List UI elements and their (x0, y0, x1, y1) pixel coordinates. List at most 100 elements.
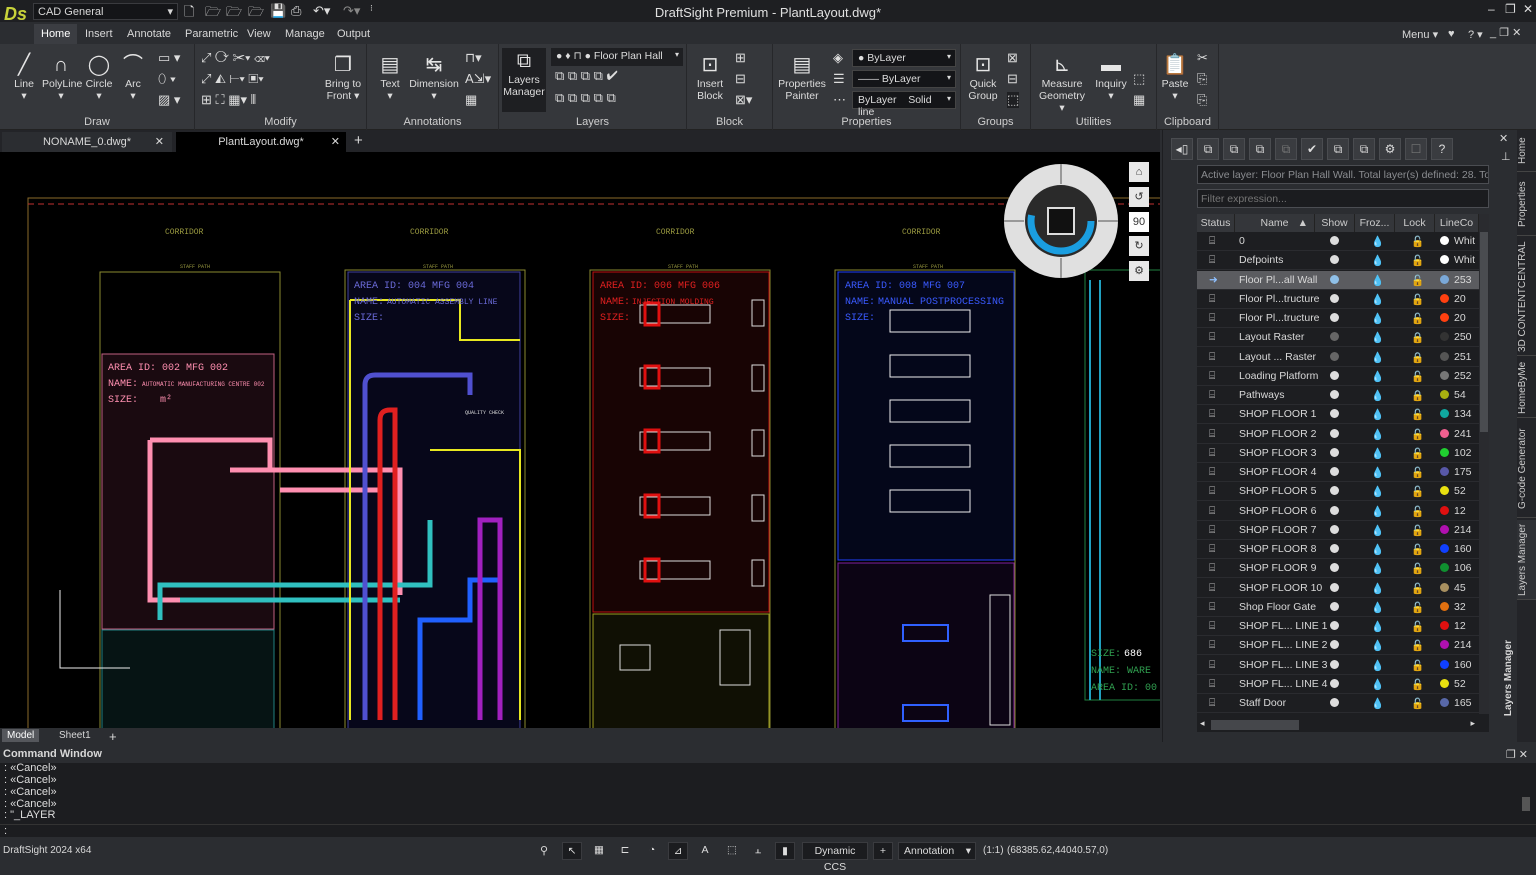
layer-row[interactable]: ⌸ SHOP FLOOR 2 💧 🔓 241 (1197, 425, 1479, 444)
line-color-swatch[interactable] (1440, 524, 1449, 537)
freeze-drop-icon[interactable]: 💧 (1371, 351, 1384, 364)
freeze-drop-icon[interactable]: 💧 (1371, 543, 1384, 556)
line-color-swatch[interactable] (1440, 467, 1449, 479)
vertical-scrollbar[interactable] (1479, 214, 1489, 714)
layer-status-icon[interactable]: ⌸ (1209, 389, 1215, 402)
layer-status-icon[interactable]: ⌸ (1209, 697, 1215, 710)
line-color-swatch[interactable] (1440, 274, 1449, 287)
tab-insert[interactable]: Insert (78, 24, 120, 44)
layer-select[interactable]: ● ♦ ⊓ ● Floor Plan Hall ▾ (551, 48, 683, 66)
view-angle-input[interactable]: 90 (1129, 212, 1149, 232)
add-icon[interactable]: + (873, 842, 893, 860)
unlock-icon[interactable]: 🔓 (1411, 582, 1424, 595)
layer-row[interactable]: ⌸ SHOP FLOOR 7 💧 🔓 214 (1197, 521, 1479, 540)
grid-icon[interactable]: ▦ (589, 842, 609, 860)
tab-home[interactable]: Home (34, 24, 78, 44)
unlock-icon[interactable]: 🔓 (1411, 254, 1424, 267)
layer-row[interactable]: ⌸ SHOP FLOOR 8 💧 🔓 160 (1197, 540, 1479, 559)
unlock-icon[interactable]: 🔓 (1411, 293, 1424, 306)
line-color-swatch[interactable] (1440, 582, 1449, 595)
line-color-swatch[interactable] (1440, 659, 1449, 672)
line-color-swatch[interactable] (1440, 698, 1449, 710)
layer-row[interactable]: ➜ Floor Pl...all Wall 💧 🔓 253 (1197, 270, 1479, 290)
layer-row[interactable]: ⌸ Loading Platform 💧 🔓 252 (1197, 367, 1479, 386)
layer-row[interactable]: ⌸ SHOP FLOOR 10 💧 🔓 45 (1197, 579, 1479, 598)
unlock-icon[interactable]: 🔓 (1411, 235, 1424, 248)
layer-status-icon[interactable]: ⌸ (1209, 293, 1215, 306)
close-icon[interactable]: ✕ (155, 135, 164, 148)
layer-tools-row1-icon[interactable]: ⧉ ⧉ ⧉ ⧉ ✔ (555, 68, 618, 84)
layer-status-icon[interactable]: ⌸ (1209, 466, 1215, 479)
line-color-swatch[interactable] (1440, 390, 1449, 402)
polar-icon[interactable]: ◔ (642, 842, 662, 860)
col-status[interactable]: Status (1197, 214, 1235, 232)
tab-annotate[interactable]: Annotate (120, 24, 178, 44)
side-tab-home[interactable]: Home (1517, 130, 1536, 172)
gear-icon[interactable]: ⚙ (1129, 261, 1149, 281)
layer-settings-icon[interactable]: ⚙ (1379, 138, 1401, 160)
copy-clip-icon[interactable]: ⎘ (1197, 71, 1207, 87)
col-linecolor[interactable]: LineCo (1435, 214, 1479, 232)
command-close-icon[interactable]: ❐ ✕ (1506, 748, 1528, 761)
show-bulb-icon[interactable] (1330, 659, 1339, 672)
copy-base-icon[interactable]: ⎘ (1197, 92, 1207, 108)
select-icon[interactable]: ⬚ (1133, 71, 1145, 87)
text-tool[interactable]: ▤ Text ▾ (377, 52, 403, 102)
layer-row[interactable]: ⌸ SHOP FLOOR 6 💧 🔓 12 (1197, 502, 1479, 521)
copy-icon[interactable]: ⤢ ◭ ⊢▾ ▣▾ (201, 71, 264, 87)
ellipse-icon[interactable]: ⬯ ▾ (158, 71, 176, 87)
line-color-swatch[interactable] (1440, 601, 1449, 614)
inquiry-tool[interactable]: ▬ Inquiry ▾ (1093, 52, 1129, 102)
layer-status-icon[interactable]: ⌸ (1209, 505, 1215, 518)
layer-status-icon[interactable]: ⌸ (1209, 524, 1215, 537)
unlock-icon[interactable]: 🔓 (1411, 659, 1424, 672)
quick-input-icon[interactable]: ⫠ (748, 842, 768, 860)
freeze-drop-icon[interactable]: 💧 (1371, 697, 1384, 710)
delete-layer-icon[interactable]: ⧉ (1249, 138, 1271, 160)
line-color-swatch[interactable] (1440, 351, 1449, 364)
freeze-drop-icon[interactable]: 💧 (1371, 274, 1384, 287)
paste-tool[interactable]: 📋 Paste ▾ (1161, 52, 1189, 102)
unlock-icon[interactable]: 🔓 (1411, 697, 1424, 710)
show-bulb-icon[interactable] (1330, 447, 1339, 460)
layer-status-icon[interactable]: ⌸ (1209, 562, 1215, 575)
linetype-select[interactable]: —— ByLayer ▾ (852, 70, 956, 88)
lock-icon[interactable]: 🔒 (1411, 351, 1424, 364)
tab-sheet1[interactable]: Sheet1 (54, 729, 96, 742)
show-bulb-icon[interactable] (1330, 351, 1339, 364)
layer-row[interactable]: ⌸ Layout Raster 💧 🔒 250 (1197, 328, 1479, 348)
layer-row[interactable]: ⌸ SHOP FL... LINE 1 💧 🔓 12 (1197, 617, 1479, 636)
line-color-swatch[interactable] (1440, 293, 1449, 306)
layer-row[interactable]: ⌸ Pathways 💧 🔒 54 (1197, 386, 1479, 405)
close-panel-icon[interactable]: ✕ (1499, 132, 1508, 145)
layer-previous-icon[interactable]: ◂▯ (1171, 138, 1193, 160)
layer-row[interactable]: ⌸ Layout ... Raster 💧 🔒 251 (1197, 348, 1479, 367)
annotation-scale-select[interactable]: Annotation ▾ (898, 842, 976, 860)
layer-row[interactable]: ⌸ 0 💧 🔓 Whit (1197, 232, 1479, 251)
layer-filter-icon[interactable]: ⧉ (1353, 138, 1375, 160)
freeze-drop-icon[interactable]: 💧 (1371, 254, 1384, 267)
pin-icon[interactable]: ⊥ (1501, 150, 1511, 163)
lineweight-select[interactable]: ByLayer Solid line ▾ (852, 91, 956, 118)
unlock-icon[interactable]: 🔓 (1411, 274, 1424, 287)
freeze-drop-icon[interactable]: 💧 (1371, 505, 1384, 518)
rotate-cw-icon[interactable]: ↻ (1129, 236, 1149, 256)
freeze-drop-icon[interactable]: 💧 (1371, 620, 1384, 633)
freeze-drop-icon[interactable]: 💧 (1371, 601, 1384, 614)
help-icon[interactable]: ? (1431, 138, 1453, 160)
properties-painter-tool[interactable]: ▤ Properties Painter (777, 52, 827, 102)
layer-tools-row2-icon[interactable]: ⧉ ⧉ ⧉ ⧉ ⧉ (555, 90, 616, 106)
table-icon[interactable]: ▦ (465, 92, 477, 108)
layer-row[interactable]: ⌸ SHOP FL... LINE 4 💧 🔓 52 (1197, 675, 1479, 694)
command-input[interactable]: : (0, 824, 1536, 837)
show-bulb-icon[interactable] (1330, 505, 1339, 518)
line-color-swatch[interactable] (1440, 409, 1449, 421)
layer-status-icon[interactable]: ⌸ (1209, 447, 1215, 460)
show-bulb-icon[interactable] (1330, 582, 1339, 595)
circle-tool[interactable]: ◯ Circle ▾ (84, 52, 114, 102)
freeze-drop-icon[interactable]: 💧 (1371, 235, 1384, 248)
layer-row[interactable]: ⌸ Staff Door 💧 🔓 165 (1197, 694, 1479, 713)
layer-status-icon[interactable]: ⌸ (1209, 639, 1215, 652)
line-color-swatch[interactable] (1440, 621, 1449, 633)
set-active-icon[interactable]: ✔ (1301, 138, 1323, 160)
